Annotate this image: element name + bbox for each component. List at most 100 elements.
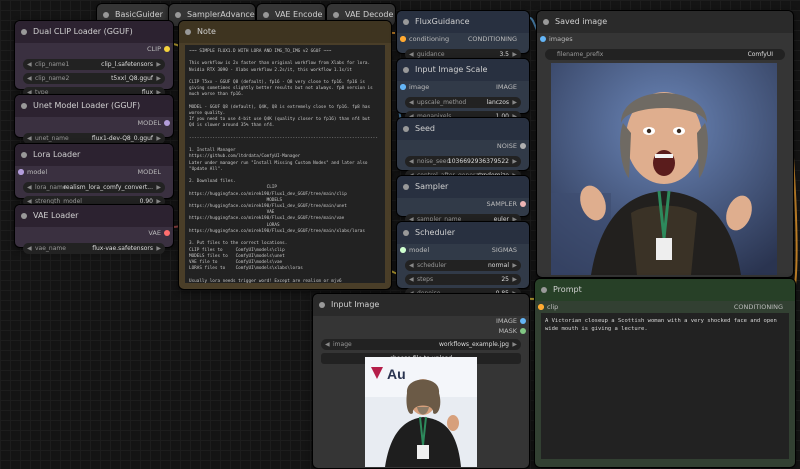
collapse-dot-icon[interactable] <box>21 29 27 35</box>
socket-icon[interactable] <box>520 318 526 324</box>
collapse-dot-icon[interactable] <box>543 19 549 25</box>
arrow-right-icon[interactable]: ▶ <box>156 59 161 70</box>
input-model[interactable]: model SIGMAS <box>397 244 529 257</box>
arrow-right-icon[interactable]: ▶ <box>156 182 161 193</box>
image-combo[interactable]: ◀ image workflows_example.jpg ▶ <box>321 339 521 350</box>
node-seed[interactable]: Seed NOISE ◀ noise_seed 1036692936379522 ▶ … <box>396 117 530 181</box>
upscale-method-combo[interactable]: ◀ upscale_method lanczos ▶ <box>405 97 521 108</box>
socket-icon[interactable] <box>164 120 170 126</box>
arrow-right-icon[interactable]: ▶ <box>512 97 517 108</box>
collapse-dot-icon[interactable] <box>403 19 409 25</box>
node-title: Saved image <box>555 17 608 26</box>
output-mask[interactable]: MASK <box>313 326 529 336</box>
node-input-image[interactable]: Input Image IMAGE MASK ◀ image workflows_e… <box>312 293 530 469</box>
node-sampler[interactable]: Sampler SAMPLER ◀ sampler_name euler ▶ <box>396 175 530 225</box>
collapse-dot-icon[interactable] <box>185 29 191 35</box>
arrow-left-icon[interactable]: ◀ <box>325 339 330 350</box>
collapse-dot-icon[interactable] <box>403 230 409 236</box>
node-title: Unet Model Loader (GGUF) <box>33 101 141 110</box>
arrow-left-icon[interactable]: ◀ <box>27 73 32 84</box>
node-prompt[interactable]: Prompt clip CONDITIONING A Victorian clos… <box>534 278 796 468</box>
noise-seed-number[interactable]: ◀ noise_seed 1036692936379522 ▶ <box>405 156 521 167</box>
collapse-dot-icon[interactable] <box>541 287 547 293</box>
node-lora-loader[interactable]: Lora Loader model MODEL ◀ lora_name realism… <box>14 143 174 207</box>
collapse-dot-icon[interactable] <box>21 103 27 109</box>
photo-backdrop-text: Au <box>387 366 406 382</box>
collapse-dot-icon[interactable] <box>403 184 409 190</box>
lora-name-combo[interactable]: ◀ lora_name realism_lora_comfy_convert... ▶ <box>23 182 165 193</box>
socket-icon[interactable] <box>520 201 526 207</box>
collapse-dot-icon[interactable] <box>403 126 409 132</box>
node-vae-loader[interactable]: VAE Loader VAE ◀ vae_name flux-vae.safeten… <box>14 204 174 254</box>
output-noise[interactable]: NOISE <box>397 140 529 153</box>
collapse-dot-icon[interactable] <box>21 213 27 219</box>
collapse-dot-icon[interactable] <box>21 152 27 158</box>
socket-label: images <box>549 35 573 43</box>
clip-name2-combo[interactable]: ◀ clip_name2 t5xxl_Q8.gguf ▶ <box>23 73 165 84</box>
socket-icon[interactable] <box>520 143 526 149</box>
arrow-left-icon[interactable]: ◀ <box>409 97 414 108</box>
output-vae[interactable]: VAE <box>15 227 173 240</box>
socket-icon[interactable] <box>164 230 170 236</box>
saved-image-preview <box>551 63 777 275</box>
widget-value: flux-vae.safetensors <box>92 245 153 252</box>
output-sampler[interactable]: SAMPLER <box>397 198 529 211</box>
socket-icon[interactable] <box>400 36 406 42</box>
node-title: Dual CLIP Loader (GGUF) <box>33 27 133 36</box>
node-image-scale[interactable]: Input Image Scale image IMAGE ◀ upscale_me… <box>396 58 530 122</box>
socket-icon[interactable] <box>164 46 170 52</box>
prompt-textarea[interactable]: A Victorian closeup a Scottish woman wit… <box>541 313 789 459</box>
input-conditioning[interactable]: conditioning CONDITIONING <box>397 33 529 46</box>
arrow-right-icon[interactable]: ▶ <box>512 274 517 285</box>
arrow-right-icon[interactable]: ▶ <box>156 243 161 254</box>
widget-value: t5xxl_Q8.gguf <box>111 75 153 82</box>
node-dual-clip-loader[interactable]: Dual CLIP Loader (GGUF) CLIP ◀ clip_name1… <box>14 20 174 98</box>
socket-icon[interactable] <box>538 304 544 310</box>
note-textarea[interactable]: ~~~ SIMPLE FLUX1.D WITH LORA AND IMG_TO_… <box>185 45 385 283</box>
arrow-left-icon[interactable]: ◀ <box>409 156 414 167</box>
input-images[interactable]: images <box>537 33 793 46</box>
widget-value: lanczos <box>486 99 509 106</box>
node-note[interactable]: Note ~~~ SIMPLE FLUX1.D WITH LORA AND IM… <box>178 20 392 290</box>
collapse-dot-icon[interactable] <box>263 12 269 18</box>
output-image[interactable]: IMAGE <box>313 316 529 326</box>
clip-name1-combo[interactable]: ◀ clip_name1 clip_l.safetensors ▶ <box>23 59 165 70</box>
node-unet-loader[interactable]: Unet Model Loader (GGUF) MODEL ◀ unet_nam… <box>14 94 174 144</box>
arrow-left-icon[interactable]: ◀ <box>409 260 414 271</box>
filename-prefix-field[interactable]: filename_prefix ComfyUI <box>545 49 785 60</box>
collapse-dot-icon[interactable] <box>403 67 409 73</box>
steps-number[interactable]: ◀ steps 25 ▶ <box>405 274 521 285</box>
node-saved-image[interactable]: Saved image images filename_prefix ComfyU… <box>536 10 794 278</box>
arrow-right-icon[interactable]: ▶ <box>512 156 517 167</box>
widget-label: steps <box>417 276 434 283</box>
scheduler-combo[interactable]: ◀ scheduler normal ▶ <box>405 260 521 271</box>
socket-label: NOISE <box>496 142 517 150</box>
arrow-left-icon[interactable]: ◀ <box>27 59 32 70</box>
arrow-left-icon[interactable]: ◀ <box>27 182 32 193</box>
socket-label: MODEL <box>137 119 161 127</box>
socket-icon[interactable] <box>18 169 24 175</box>
arrow-left-icon[interactable]: ◀ <box>27 243 32 254</box>
socket-icon[interactable] <box>400 84 406 90</box>
node-scheduler[interactable]: Scheduler model SIGMAS ◀ scheduler normal ▶ … <box>396 221 530 299</box>
arrow-left-icon[interactable]: ◀ <box>409 274 414 285</box>
arrow-right-icon[interactable]: ▶ <box>512 339 517 350</box>
arrow-right-icon[interactable]: ▶ <box>156 73 161 84</box>
input-image-preview: Au <box>365 357 477 467</box>
node-title: VAE Encode <box>275 10 323 19</box>
collapse-dot-icon[interactable] <box>333 12 339 18</box>
socket-icon[interactable] <box>540 36 546 42</box>
collapse-dot-icon[interactable] <box>103 12 109 18</box>
collapse-dot-icon[interactable] <box>175 12 181 18</box>
output-clip[interactable]: CLIP <box>15 43 173 56</box>
input-image[interactable]: image IMAGE <box>397 81 529 94</box>
socket-icon[interactable] <box>520 328 526 334</box>
arrow-right-icon[interactable]: ▶ <box>512 260 517 271</box>
collapse-dot-icon[interactable] <box>319 302 325 308</box>
input-model[interactable]: model MODEL <box>15 166 173 179</box>
socket-icon[interactable] <box>400 247 406 253</box>
vae-name-combo[interactable]: ◀ vae_name flux-vae.safetensors ▶ <box>23 243 165 254</box>
widget-value: clip_l.safetensors <box>101 61 153 68</box>
output-model[interactable]: MODEL <box>15 117 173 130</box>
node-flux-guidance[interactable]: FluxGuidance conditioning CONDITIONING ◀ g… <box>396 10 530 60</box>
